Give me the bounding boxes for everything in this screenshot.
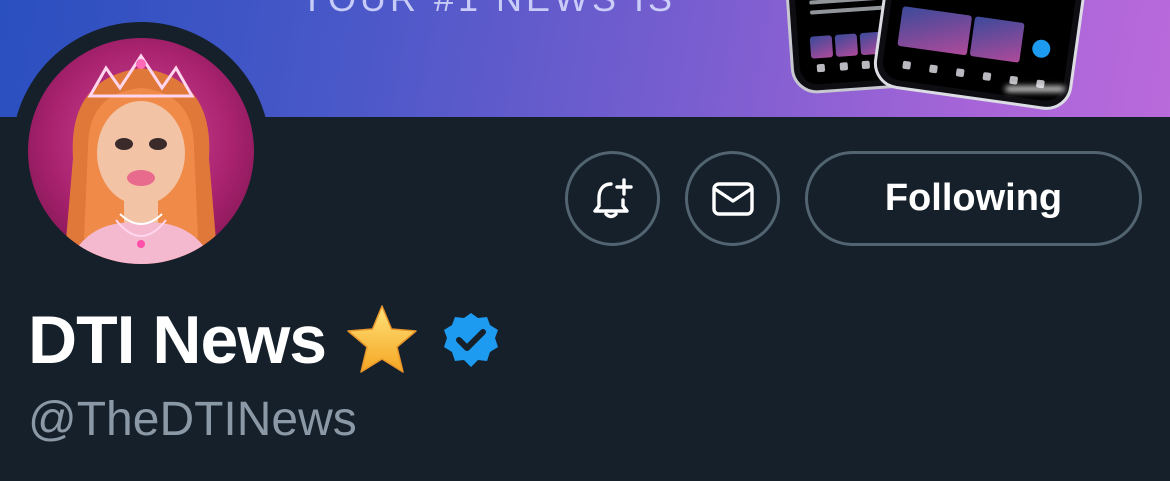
profile-name-row: DTI News [28,300,500,380]
envelope-icon [711,181,754,216]
message-button[interactable] [685,151,780,246]
following-button[interactable]: Following [805,151,1142,246]
star-icon [347,305,417,373]
avatar[interactable] [28,38,254,264]
bell-plus-icon [592,177,633,218]
banner-phone-mockup [870,0,1090,114]
notify-button[interactable] [565,151,660,246]
profile-handle: @TheDTINews [28,393,357,446]
banner-headline: YOUR #1 NEWS IS [300,0,676,20]
display-name: DTI News [28,302,327,378]
verified-icon[interactable] [442,311,500,369]
